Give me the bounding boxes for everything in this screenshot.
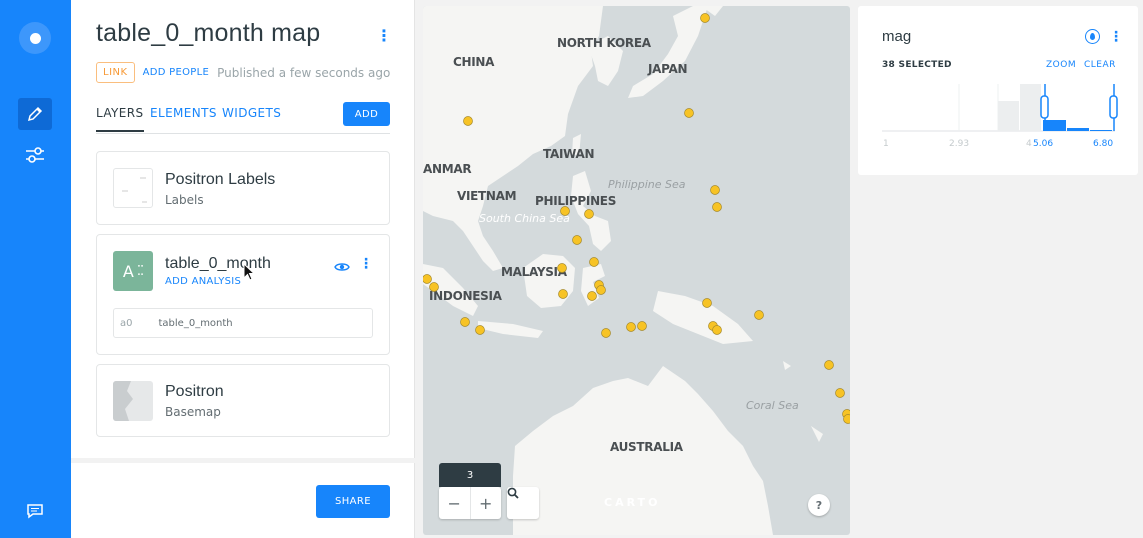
layer-type: Basemap	[165, 405, 221, 419]
histogram-bar	[1067, 128, 1089, 131]
histogram-bar	[1043, 120, 1066, 131]
histogram-bar	[998, 101, 1019, 131]
tick-label: 4	[1026, 139, 1032, 149]
layer-name: Positron	[165, 383, 224, 400]
map-label-malaysia: MALAYSIA	[501, 265, 567, 279]
analysis-row[interactable]: a0 table_0_month	[113, 308, 373, 338]
map-label-indonesia: INDONESIA	[429, 289, 502, 303]
chat-icon[interactable]	[26, 503, 44, 519]
help-button[interactable]: ?	[808, 494, 830, 516]
search-icon[interactable]	[507, 487, 539, 519]
point-geometry-icon: ⁚⁚	[136, 263, 144, 279]
tab-widgets[interactable]: WIDGETS	[222, 106, 281, 120]
carto-attribution[interactable]: CARTO	[604, 496, 660, 509]
share-meta: LINK ADD PEOPLE Published a few seconds …	[96, 62, 390, 83]
map-label-coral-sea: Coral Sea	[746, 399, 799, 412]
layer-card-table-0-month[interactable]: A ⁚⁚ table_0_month ADD ANALYSIS ⋮ a0 tabl…	[96, 234, 390, 355]
eye-icon[interactable]	[334, 258, 350, 277]
map-label-south-china-sea: South China Sea	[479, 212, 570, 225]
basemap-land	[423, 6, 823, 535]
layer-name: Positron Labels	[165, 171, 276, 188]
add-layer-button[interactable]: ADD	[343, 102, 390, 126]
tab-layers[interactable]: LAYERS	[96, 106, 144, 132]
basemap-thumbnail	[113, 381, 153, 421]
tick-label-selected-end: 6.80	[1093, 139, 1114, 149]
map-label-north-korea: NORTH KOREA	[557, 36, 651, 50]
map-label-china: CHINA	[453, 55, 495, 69]
layer-card-positron[interactable]: Positron Basemap	[96, 364, 390, 437]
mouse-cursor-icon	[243, 263, 255, 281]
sliders-icon[interactable]	[24, 145, 46, 165]
layer-card-positron-labels[interactable]: Positron Labels Labels	[96, 151, 390, 225]
link-button[interactable]: LINK	[96, 62, 135, 83]
add-people-link[interactable]: ADD PEOPLE	[143, 67, 210, 78]
range-end-handle	[1109, 95, 1118, 119]
tick-label-selected-start: 5.06	[1033, 139, 1054, 149]
map-label-japan: JAPAN	[648, 62, 688, 76]
tick-label: 2.93	[949, 139, 970, 149]
map-canvas[interactable]: NORTH KOREA CHINA JAPAN TAIWAN ANMAR VIE…	[423, 6, 850, 535]
map-label-myanmar: ANMAR	[423, 162, 472, 176]
layer-options-icon[interactable]: ⋮	[359, 257, 373, 271]
analysis-source: table_0_month	[158, 317, 233, 329]
map-label-philippine-sea: Philippine Sea	[608, 178, 686, 191]
range-start-handle	[1040, 95, 1049, 119]
zoom-controls: − +	[439, 487, 501, 519]
add-analysis-link[interactable]: ADD ANALYSIS	[165, 276, 241, 287]
zoom-out-button[interactable]: −	[439, 487, 471, 519]
histogram-chart	[882, 84, 1118, 132]
analysis-id: a0	[120, 317, 133, 329]
published-status: Published a few seconds ago	[217, 65, 391, 80]
map-label-vietnam: VIETNAM	[457, 189, 517, 203]
side-rail	[0, 0, 71, 538]
map-options-icon[interactable]: ⋮	[376, 28, 392, 44]
layer-letter: A	[122, 261, 134, 281]
histogram-bar	[1090, 130, 1112, 131]
layer-letter-thumbnail: A ⁚⁚	[113, 251, 153, 291]
share-button[interactable]: SHARE	[316, 485, 390, 518]
histogram-widget: mag ⋮ 38 SELECTED ZOOM CLEAR 1 2.93 4 5.…	[858, 6, 1138, 175]
layer-type: Labels	[165, 193, 204, 207]
pencil-icon[interactable]	[18, 98, 52, 130]
tab-elements[interactable]: ELEMENTS	[150, 106, 217, 120]
map-label-taiwan: TAIWAN	[543, 147, 595, 161]
histogram-bar	[1020, 84, 1041, 131]
editor-tabs: LAYERS ELEMENTS WIDGETS ADD	[96, 102, 390, 134]
labels-thumbnail	[113, 168, 153, 208]
map-label-australia: AUSTRALIA	[610, 440, 683, 454]
zoom-in-button[interactable]: +	[471, 487, 502, 519]
carto-logo-icon[interactable]	[19, 22, 51, 54]
map-title[interactable]: table_0_month map	[96, 19, 320, 48]
tick-label: 1	[883, 139, 889, 149]
zoom-level-indicator: 3	[439, 463, 501, 487]
map-label-philippines: PHILIPPINES	[535, 194, 617, 208]
